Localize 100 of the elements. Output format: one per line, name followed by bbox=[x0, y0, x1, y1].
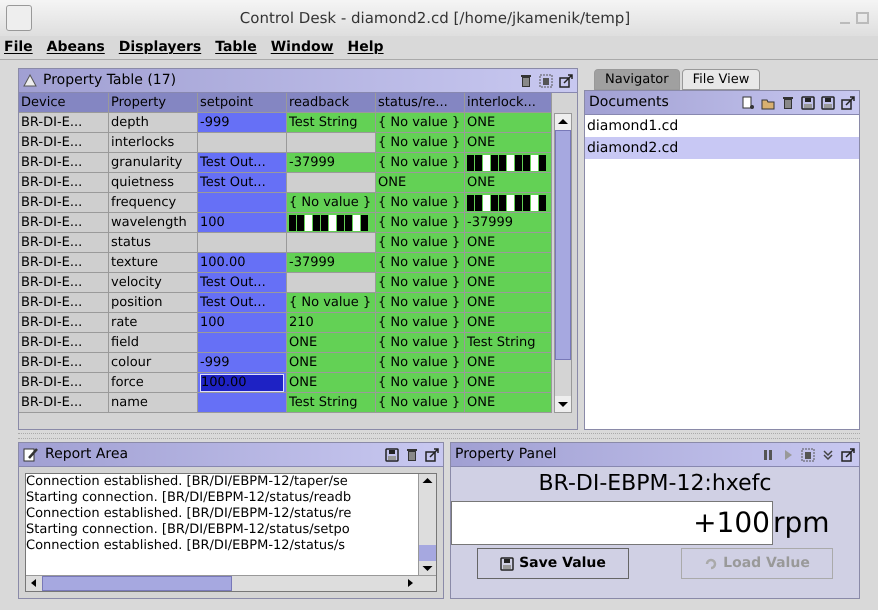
panel-title: Property Panel bbox=[455, 445, 556, 464]
table-cell: rate bbox=[109, 313, 198, 333]
column-header[interactable]: status/re... bbox=[376, 93, 465, 113]
scroll-down-icon[interactable] bbox=[555, 396, 571, 412]
table-cell: velocity bbox=[109, 273, 198, 293]
table-cell: Test String bbox=[287, 393, 376, 413]
tab[interactable]: File View bbox=[682, 69, 760, 90]
menu-item[interactable]: File bbox=[4, 37, 33, 58]
table-cell: BR-DI-E... bbox=[19, 333, 109, 353]
table-cell: { No value } bbox=[376, 253, 465, 273]
double-chevron-icon[interactable] bbox=[821, 448, 835, 462]
panel-title: Documents bbox=[589, 93, 669, 112]
table-cell: ONE bbox=[465, 393, 552, 413]
table-cell: Test Out... bbox=[198, 273, 287, 293]
table-cell: status bbox=[109, 233, 198, 253]
table-cell: BR-DI-E... bbox=[19, 113, 109, 133]
table-cell: -37999 bbox=[465, 213, 552, 233]
table-cell: ONE bbox=[287, 333, 376, 353]
table-cell: frequency bbox=[109, 193, 198, 213]
table-cell: position bbox=[109, 293, 198, 313]
table-cell: { No value } bbox=[376, 393, 465, 413]
table-cell: -37999 bbox=[287, 153, 376, 173]
trash-icon[interactable] bbox=[781, 96, 795, 110]
maximize-icon[interactable] bbox=[841, 96, 855, 110]
triangle-icon bbox=[23, 74, 37, 88]
table-cell: BR-DI-E... bbox=[19, 193, 109, 213]
save-icon[interactable] bbox=[500, 556, 514, 570]
table-cell: ONE bbox=[465, 233, 552, 253]
table-cell: Test Out... bbox=[198, 293, 287, 313]
table-cell: { No value } bbox=[376, 233, 465, 253]
table-cell: ONE bbox=[465, 373, 552, 393]
select-icon[interactable] bbox=[801, 448, 815, 462]
table-cell: 100.00 bbox=[198, 253, 287, 273]
table-cell: BR-DI-E... bbox=[19, 373, 109, 393]
new-document-icon[interactable] bbox=[741, 96, 755, 110]
table-cell: { No value } bbox=[287, 293, 376, 313]
table-cell: { No value } bbox=[376, 133, 465, 153]
trash-icon[interactable] bbox=[519, 74, 533, 88]
table-cell: -999 bbox=[198, 353, 287, 373]
table-cell: { No value } bbox=[376, 313, 465, 333]
table-cell: colour bbox=[109, 353, 198, 373]
pause-icon[interactable] bbox=[761, 448, 775, 462]
trash-icon[interactable] bbox=[405, 448, 419, 462]
unit-label: rpm bbox=[773, 505, 830, 541]
table-cell: { No value } bbox=[376, 353, 465, 373]
notepad-pencil-icon bbox=[23, 446, 39, 462]
save-icon[interactable] bbox=[385, 448, 399, 462]
save-icon[interactable] bbox=[821, 96, 835, 110]
menu-item[interactable]: Help bbox=[348, 37, 384, 58]
panel-title: Report Area bbox=[45, 445, 128, 464]
column-header[interactable]: readback bbox=[287, 93, 376, 113]
table-cell: ONE bbox=[465, 173, 552, 193]
table-cell: { No value } bbox=[376, 273, 465, 293]
table-cell: granularity bbox=[109, 153, 198, 173]
menu-item[interactable]: Displayers bbox=[118, 37, 202, 58]
table-cell: 100 bbox=[198, 213, 287, 233]
column-header[interactable]: setpoint bbox=[198, 93, 287, 113]
table-cell: Test String bbox=[465, 333, 552, 353]
table-cell: Test Out... bbox=[198, 173, 287, 193]
column-header[interactable]: interlock... bbox=[465, 93, 552, 113]
table-cell: force bbox=[109, 373, 198, 393]
log-line: Connection established. [BR/DI/EBPM-12/taper/se bbox=[26, 474, 349, 490]
save-value-button[interactable]: Save Value bbox=[477, 548, 629, 579]
menu-item[interactable]: Abeans bbox=[46, 37, 105, 58]
table-cell: { No value } bbox=[376, 193, 465, 213]
table-cell: BR-DI-E... bbox=[19, 233, 109, 253]
save-icon[interactable] bbox=[801, 96, 815, 110]
window-title: Control Desk - diamond2.cd [/home/jkamenik/temp] bbox=[238, 8, 632, 29]
log-line: Connection established. [BR/DI/EBPM-12/status/re bbox=[26, 506, 352, 522]
menu-item[interactable]: Window bbox=[270, 37, 334, 58]
table-cell: field bbox=[109, 333, 198, 353]
log-line: Starting connection. [BR/DI/EBPM-12/status/readb bbox=[26, 490, 352, 506]
tab[interactable]: Navigator bbox=[594, 69, 680, 90]
menu-item[interactable]: Table bbox=[215, 37, 257, 58]
table-cell: depth bbox=[109, 113, 198, 133]
table-cell: { No value } bbox=[376, 213, 465, 233]
property-name: BR-DI-EBPM-12:hxefc bbox=[537, 470, 773, 498]
table-cell: ONE bbox=[465, 253, 552, 273]
table-cell: { No value } bbox=[287, 193, 376, 213]
table-cell: BR-DI-E... bbox=[19, 293, 109, 313]
table-cell: Test Out... bbox=[198, 153, 287, 173]
column-header[interactable]: Property bbox=[109, 93, 198, 113]
table-cell: ONE bbox=[465, 133, 552, 153]
table-cell: { No value } bbox=[376, 113, 465, 133]
select-icon[interactable] bbox=[539, 74, 553, 88]
document-item[interactable]: diamond2.cd bbox=[585, 137, 859, 159]
maximize-icon[interactable] bbox=[559, 74, 573, 88]
table-cell: ONE bbox=[376, 173, 465, 193]
table-cell: ONE bbox=[287, 353, 376, 373]
table-cell: BR-DI-E... bbox=[19, 213, 109, 233]
column-header[interactable]: Device bbox=[19, 93, 109, 113]
value-field[interactable]: +100 bbox=[451, 501, 773, 545]
table-cell: BR-DI-E... bbox=[19, 313, 109, 333]
maximize-icon[interactable] bbox=[841, 448, 855, 462]
scroll-up-icon[interactable] bbox=[555, 114, 571, 130]
maximize-icon[interactable] bbox=[425, 448, 439, 462]
table-cell: BR-DI-E... bbox=[19, 253, 109, 273]
table-cell: quietness bbox=[109, 173, 198, 193]
table-cell: ONE bbox=[465, 273, 552, 293]
table-cell: ONE bbox=[465, 293, 552, 313]
